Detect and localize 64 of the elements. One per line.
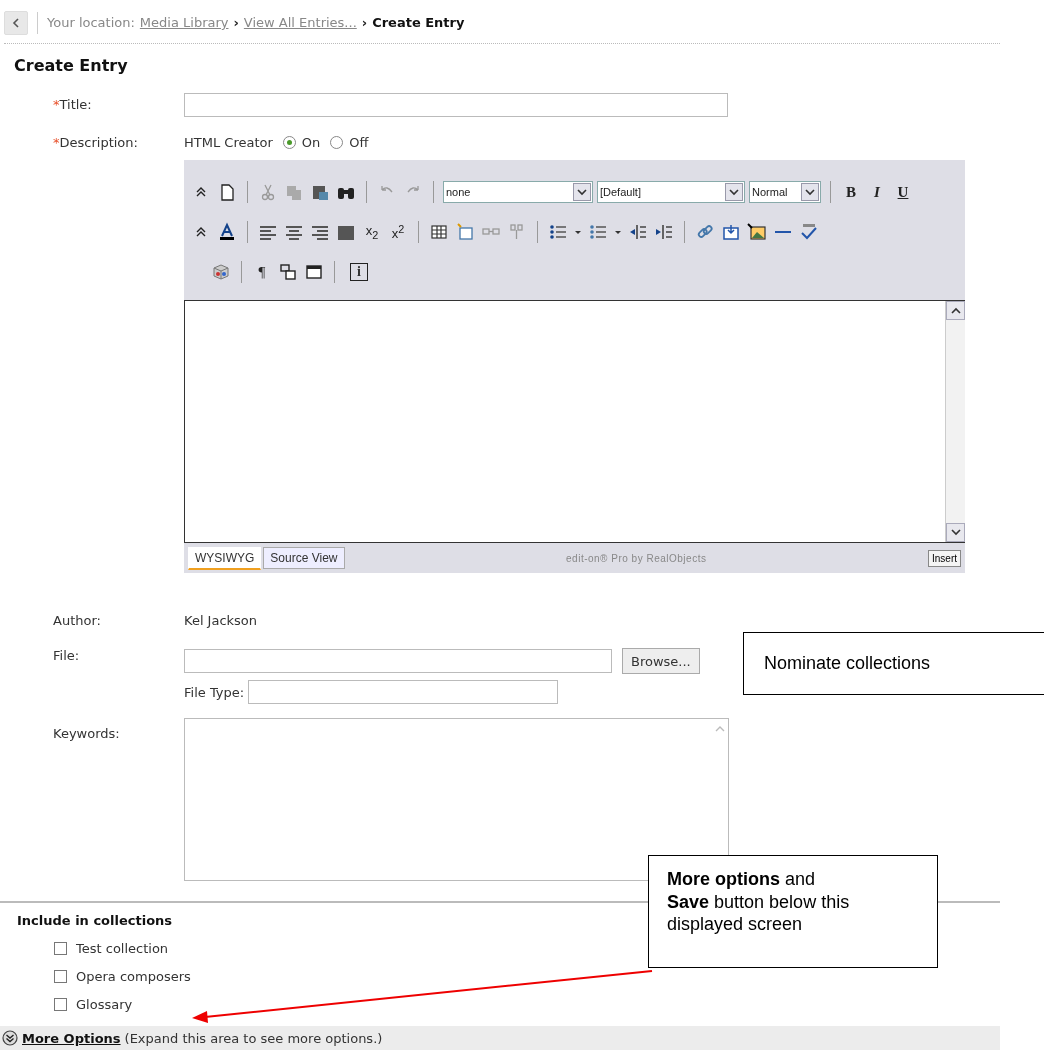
breadcrumb-separator: › — [233, 15, 239, 30]
html-creator-label: HTML Creator — [184, 135, 273, 150]
dropdown[interactable]: Normal — [749, 181, 821, 203]
anchor-icon[interactable] — [720, 222, 742, 242]
chevron-up-icon — [950, 307, 961, 314]
chevron-down-icon — [729, 188, 739, 196]
table-icon[interactable] — [428, 222, 450, 242]
format-button[interactable]: U — [892, 183, 914, 201]
dropdown[interactable]: none — [443, 181, 593, 203]
chevron-down-icon — [805, 188, 815, 196]
breadcrumb-label: Your location: — [47, 15, 135, 30]
more-options-note: (Expand this area to see more options.) — [124, 1030, 383, 1046]
title-field[interactable] — [184, 93, 728, 117]
insert-button[interactable]: Insert — [928, 549, 961, 567]
numbered-list-icon[interactable] — [587, 222, 609, 242]
chevron-down-icon — [577, 188, 587, 196]
required-mark: * — [53, 135, 60, 150]
layers-icon[interactable] — [277, 262, 299, 282]
breadcrumb-current: Create Entry — [372, 15, 465, 30]
info-button[interactable]: i — [350, 263, 368, 281]
bullet-list-icon[interactable] — [547, 222, 569, 242]
radio-option[interactable]: Off — [330, 135, 369, 150]
file-type-field[interactable] — [248, 680, 559, 704]
expand-icon[interactable] — [2, 1030, 18, 1046]
breadcrumb-separator: › — [361, 15, 368, 30]
breadcrumb-link[interactable]: View All Entries... — [243, 15, 357, 30]
callout-text: More options and Save button below this displayed screen — [667, 869, 850, 934]
scrollbar[interactable] — [945, 301, 965, 542]
field-label: Author: — [52, 613, 102, 628]
spellcheck-icon[interactable] — [798, 222, 820, 242]
more-options-link[interactable]: More Options — [22, 1030, 121, 1046]
subscript-button[interactable]: x$_{2}$ — [361, 223, 383, 241]
image-icon[interactable] — [746, 222, 768, 242]
breadcrumb-link[interactable]: Media Library — [139, 15, 229, 30]
section-heading: Include in collections — [17, 913, 173, 928]
page-heading: Create Entry — [14, 56, 129, 75]
browse-button[interactable]: Browse... — [622, 648, 700, 674]
field-label: Keywords: — [52, 725, 121, 741]
window-icon[interactable] — [303, 262, 325, 282]
paragraph-marks-button[interactable]: ¶ — [251, 263, 273, 281]
editor-tab[interactable]: Source View — [263, 547, 345, 569]
field-label: Description: — [59, 135, 138, 150]
format-button[interactable]: B — [840, 183, 862, 201]
author-name: Kel Jackson — [184, 613, 258, 628]
file-field[interactable] — [184, 649, 612, 673]
field-label: Title: — [59, 97, 92, 112]
editor-tab[interactable]: WYSIWYG — [188, 546, 262, 570]
indent-icon[interactable] — [653, 222, 675, 242]
field-label: File Type: — [184, 684, 245, 700]
chevron-left-icon — [12, 17, 20, 28]
editor-credit: edit-on® Pro by RealObjects — [565, 552, 708, 564]
callout-text: Nominate collections — [764, 653, 931, 673]
collection-checkbox[interactable]: Opera composers — [54, 969, 1000, 984]
radio-option[interactable]: On — [282, 135, 321, 150]
field-label: File: — [52, 648, 81, 663]
collection-checkbox[interactable]: Test collection — [54, 941, 1000, 956]
required-mark: * — [53, 97, 60, 112]
dropdown[interactable]: [Default] — [597, 181, 745, 203]
cube-icon[interactable] — [210, 262, 232, 282]
collection-checkbox[interactable]: Glossary — [54, 997, 1000, 1012]
superscript-button[interactable]: x$^{2}$ — [387, 222, 409, 242]
back-button[interactable] — [4, 10, 28, 35]
chevron-down-icon — [950, 529, 961, 536]
format-button[interactable]: I — [866, 183, 888, 201]
